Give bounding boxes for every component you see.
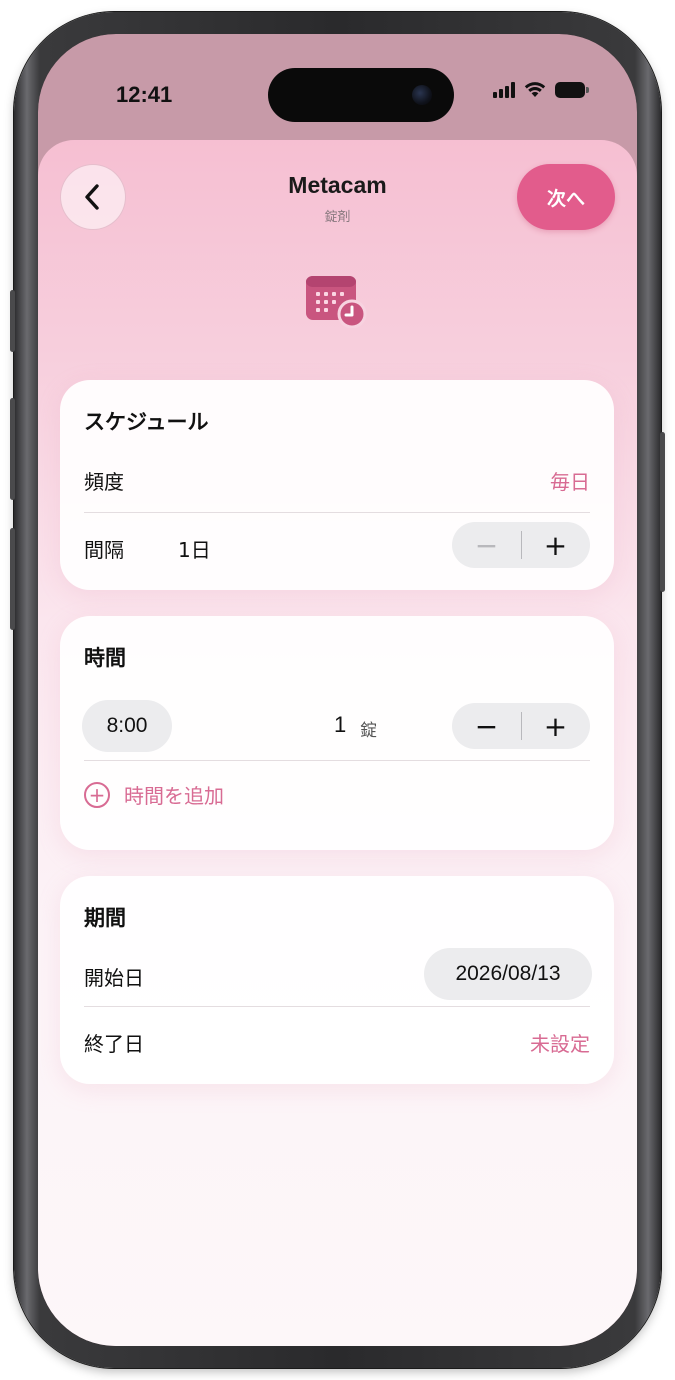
dose-unit: 錠 [360,721,377,741]
volume-up-button [10,398,15,500]
status-time: 12:41 [116,82,173,107]
action-button [10,290,15,352]
screen: 12:41 Metacam 錠剤 次へ スケジュール 頻度 毎日 間隔 1日 −… [38,34,637,1346]
divider [84,1006,590,1007]
plus-circle-icon: + [84,781,110,808]
power-button [660,432,665,592]
time-picker-button[interactable]: 8:00 [82,700,172,752]
end-date-value[interactable]: 未設定 [530,1028,590,1057]
dose-increment-button[interactable]: + [521,703,590,749]
interval-decrement-button[interactable]: − [452,522,521,568]
camera-icon [412,85,432,105]
period-title: 期間 [84,906,126,930]
phone-frame: 12:41 Metacam 錠剤 次へ スケジュール 頻度 毎日 間隔 1日 −… [10,12,665,1368]
battery-icon [555,82,589,98]
calendar-clock-icon [306,276,367,328]
dose-stepper: − + [452,703,590,749]
divider [84,512,590,513]
start-date-label: 開始日 [84,966,144,990]
frequency-label: 頻度 [84,470,124,494]
interval-value: 1日 [178,538,211,562]
volume-down-button [10,528,15,630]
add-time-label: 時間を追加 [124,784,224,808]
end-date-label: 終了日 [84,1032,144,1056]
period-card: 期間 開始日 2026/08/13 終了日 未設定 [60,876,614,1084]
time-title: 時間 [84,646,126,670]
divider [84,760,590,761]
start-date-button[interactable]: 2026/08/13 [424,948,592,1000]
schedule-title: スケジュール [84,410,209,434]
next-button[interactable]: 次へ [517,164,615,230]
dynamic-island [268,68,454,122]
status-icons [493,82,589,98]
sheet: Metacam 錠剤 次へ スケジュール 頻度 毎日 間隔 1日 − + 時間 … [38,140,637,1346]
dose-count: 1 [334,712,347,737]
interval-increment-button[interactable]: + [521,522,590,568]
schedule-card: スケジュール 頻度 毎日 間隔 1日 − + [60,380,614,590]
interval-label: 間隔 [84,538,124,562]
interval-stepper: − + [452,522,590,568]
dose-decrement-button[interactable]: − [452,703,521,749]
add-time-button[interactable]: + 時間を追加 [84,780,224,809]
frequency-value[interactable]: 毎日 [550,466,590,495]
time-card: 時間 8:00 1 錠 − + + 時間を追加 [60,616,614,850]
wifi-icon [524,82,546,97]
cellular-signal-icon [493,82,515,98]
